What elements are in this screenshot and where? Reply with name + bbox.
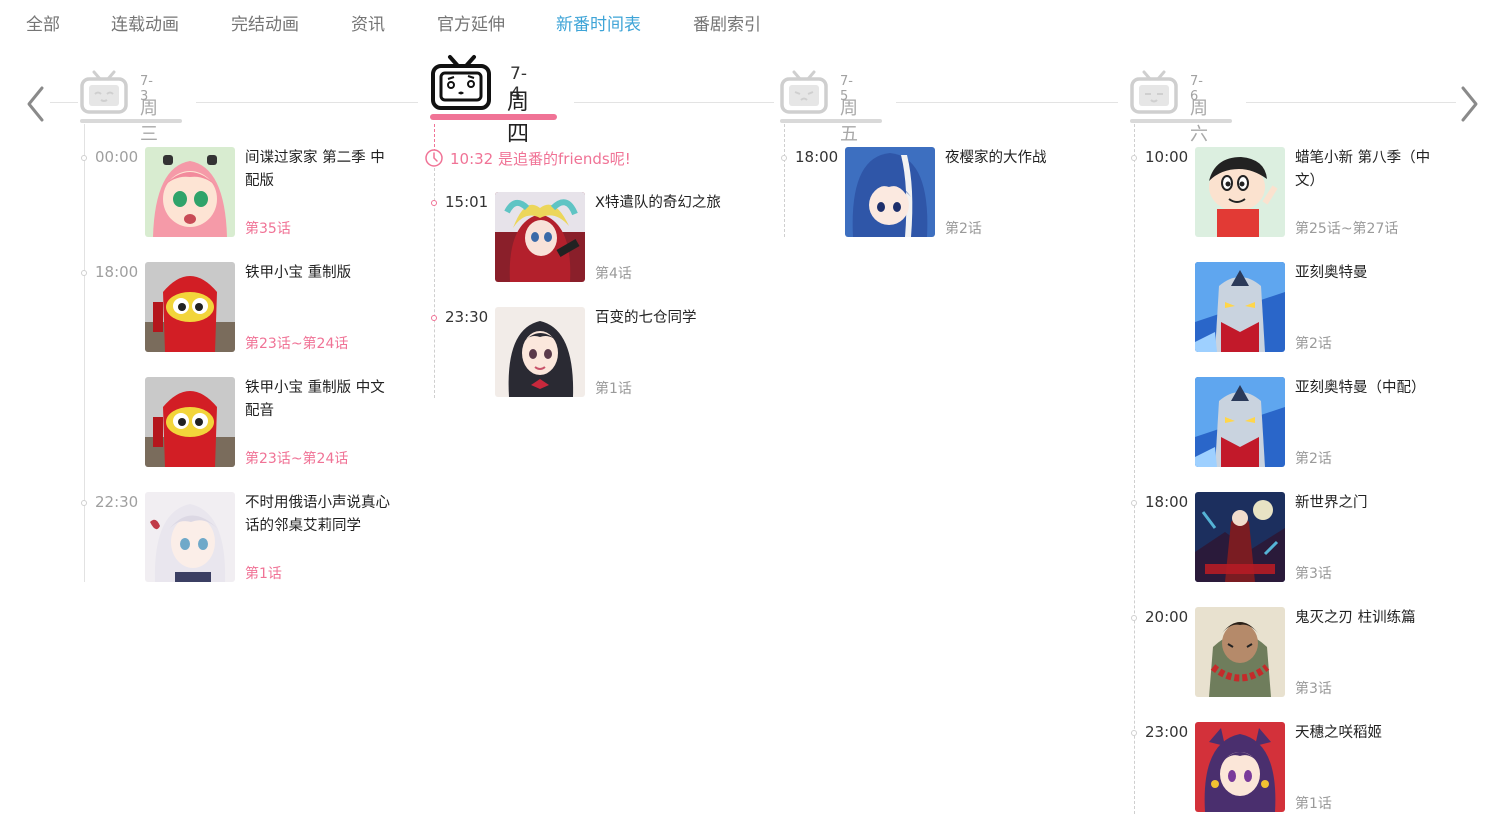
timeline-dot [1131,615,1137,621]
tab-finished-anime[interactable]: 完结动画 [231,10,299,35]
anime-title[interactable]: X特遣队的奇幻之旅 [595,192,749,215]
tv-mascot-icon [1130,70,1178,114]
anime-cover[interactable] [1195,147,1285,237]
air-time: 23:30 [445,308,489,326]
episode-label[interactable]: 第23话~第24话 [245,448,348,468]
air-time: 18:00 [95,263,139,281]
air-time: 22:30 [95,493,139,511]
air-time: 23:00 [1145,723,1189,741]
tv-mascot-icon [780,70,828,114]
air-time: 10:00 [1145,148,1189,166]
day-underline [1130,119,1232,123]
episode-label[interactable]: 第4话 [595,263,632,283]
air-time: 18:00 [795,148,839,166]
air-time: 18:00 [1145,493,1189,511]
chevron-right-icon [1461,86,1478,122]
tab-news[interactable]: 资讯 [351,10,385,35]
tab-official-extension[interactable]: 官方延伸 [437,10,505,35]
divider [50,102,78,103]
tab-serial-anime[interactable]: 连载动画 [111,10,179,35]
anime-title[interactable]: 亚刻奥特曼 [1295,262,1449,285]
anime-title[interactable]: 夜樱家的大作战 [945,147,1099,170]
anime-cover[interactable] [1195,607,1285,697]
anime-cover[interactable] [1195,262,1285,352]
anime-title[interactable]: 间谍过家家 第二季 中配版 [245,147,399,193]
anime-cover[interactable] [145,262,235,352]
anime-cover[interactable] [1195,492,1285,582]
anime-cover[interactable] [145,377,235,467]
anime-title[interactable]: 铁甲小宝 重制版 [245,262,399,285]
episode-label[interactable]: 第1话 [1295,793,1332,813]
timeline-dot [1131,500,1137,506]
prev-week-button[interactable] [24,84,48,124]
divider [1246,102,1456,103]
tv-mascot-icon [431,55,491,110]
timeline-fri [784,124,785,237]
episode-label[interactable]: 第2话 [1295,448,1332,468]
anime-cover[interactable] [845,147,935,237]
episode-label[interactable]: 第1话 [245,563,282,583]
episode-label[interactable]: 第3话 [1295,563,1332,583]
anime-cover[interactable] [145,492,235,582]
day-underline-today [430,114,557,120]
episode-label[interactable]: 第23话~第24话 [245,333,348,353]
anime-title[interactable]: 亚刻奥特曼（中配） [1295,377,1449,400]
tab-all[interactable]: 全部 [26,10,60,35]
episode-label[interactable]: 第25话~第27话 [1295,218,1398,238]
anime-cover[interactable] [145,147,235,237]
anime-title[interactable]: 天穗之咲稻姬 [1295,722,1449,745]
tab-anime-index[interactable]: 番剧索引 [693,10,761,35]
timeline-dot [431,200,437,206]
timeline-dot [81,500,87,506]
anime-title[interactable]: 百变的七仓同学 [595,307,749,330]
air-time: 00:00 [95,148,139,166]
episode-label[interactable]: 第2话 [1295,333,1332,353]
anime-title[interactable]: 铁甲小宝 重制版 中文配音 [245,377,399,423]
timeline-dot [1131,155,1137,161]
divider [196,102,418,103]
day-underline [780,119,882,123]
timeline-dot [781,155,787,161]
tab-schedule[interactable]: 新番时间表 [556,10,641,35]
next-week-button[interactable] [1457,84,1481,124]
anime-title[interactable]: 不时用俄语小声说真心话的邻桌艾莉同学 [245,492,399,538]
episode-label[interactable]: 第1话 [595,378,632,398]
anime-cover[interactable] [495,307,585,397]
timeline-dot [1131,730,1137,736]
episode-label[interactable]: 第2话 [945,218,982,238]
anime-title[interactable]: 新世界之门 [1295,492,1449,515]
chevron-left-icon [27,86,44,122]
timeline-dot [81,270,87,276]
episode-label[interactable]: 第35话 [245,218,291,238]
timeline-dot [431,315,437,321]
timeline-dot [81,155,87,161]
anime-cover[interactable] [1195,377,1285,467]
episode-label[interactable]: 第3话 [1295,678,1332,698]
air-time: 20:00 [1145,608,1189,626]
timeline-wed [84,124,85,582]
clock-icon [425,149,443,167]
anime-cover[interactable] [495,192,585,282]
tv-mascot-icon [80,70,128,114]
current-time-label: 10:32 是追番的friends呢! [450,150,631,168]
anime-cover[interactable] [1195,722,1285,812]
divider [896,102,1118,103]
anime-title[interactable]: 鬼灭之刃 柱训练篇 [1295,607,1449,630]
timeline-sat [1134,124,1135,814]
air-time: 15:01 [445,193,489,211]
anime-title[interactable]: 蜡笔小新 第八季（中文） [1295,147,1449,193]
day-underline [80,119,182,123]
divider [574,102,774,103]
